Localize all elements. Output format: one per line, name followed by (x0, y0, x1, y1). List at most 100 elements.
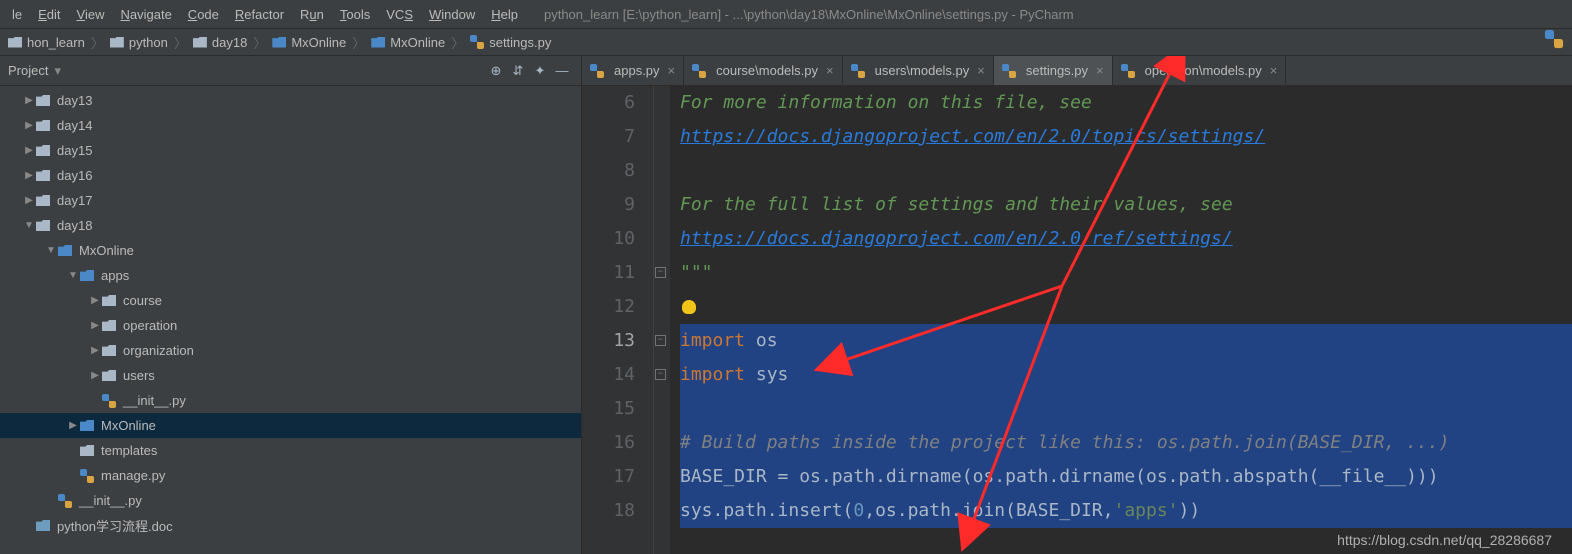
expand-right-icon[interactable]: ▶ (88, 370, 102, 381)
tree-item[interactable]: ▼ apps (0, 263, 581, 288)
breadcrumb-item[interactable]: hon_learn (4, 35, 89, 50)
tree-item[interactable]: ▶organization (0, 338, 581, 363)
menu-file[interactable]: le (4, 3, 30, 26)
code-line[interactable]: For the full list of settings and their … (680, 188, 1572, 222)
folder-icon (36, 120, 50, 131)
expand-right-icon[interactable]: ▶ (22, 195, 36, 206)
breadcrumb-item[interactable]: MxOnline (367, 35, 449, 50)
code-line[interactable]: # Build paths inside the project like th… (680, 426, 1572, 460)
tree-item[interactable]: ▶day13 (0, 88, 581, 113)
tree-item-label: day18 (57, 218, 92, 233)
code-line[interactable]: https://docs.djangoproject.com/en/2.0/re… (680, 222, 1572, 256)
close-tab-icon[interactable]: × (1096, 63, 1104, 78)
folder-icon (80, 420, 94, 431)
tab-label: apps.py (614, 63, 660, 78)
fold-toggle-icon[interactable]: − (655, 335, 666, 346)
expand-down-icon[interactable]: ▼ (44, 245, 58, 256)
editor-tab[interactable]: apps.py × (582, 56, 684, 85)
menu-window[interactable]: Window (421, 3, 483, 26)
editor-tab[interactable]: course\models.py × (684, 56, 842, 85)
expand-right-icon[interactable]: ▶ (88, 320, 102, 331)
tree-item[interactable]: __init__.py (0, 388, 581, 413)
tree-item[interactable]: ▼ day18 (0, 213, 581, 238)
menu-help[interactable]: Help (483, 3, 526, 26)
tree-item-label: apps (101, 268, 129, 283)
collapse-icon[interactable]: ⇵ (507, 63, 529, 79)
tree-item[interactable]: ▶day15 (0, 138, 581, 163)
menu-view[interactable]: View (69, 3, 113, 26)
breadcrumb-item[interactable]: MxOnline (268, 35, 350, 50)
project-tree[interactable]: ▶day13▶day14▶day15▶day16▶day17 ▼ day18 ▼MxO… (0, 86, 581, 554)
expand-right-icon[interactable]: ▶ (22, 170, 36, 181)
menu-navigate[interactable]: Navigate (112, 3, 179, 26)
code-line[interactable]: import os (680, 324, 1572, 358)
code-editor[interactable]: 6789101112131415161718 −−− For more info… (582, 86, 1572, 554)
close-tab-icon[interactable]: × (977, 63, 985, 78)
editor-tab[interactable]: operation\models.py× (1113, 56, 1287, 85)
folder-icon (102, 370, 116, 381)
tree-item[interactable]: __init__.py (0, 488, 581, 513)
tree-item-label: __init__.py (79, 493, 142, 508)
dropdown-icon[interactable]: ▾ (54, 63, 61, 79)
locate-icon[interactable]: ⊕ (485, 63, 507, 79)
line-number: 12 (582, 290, 635, 324)
folder-icon (36, 95, 50, 106)
tree-item[interactable]: python学习流程.doc (0, 513, 581, 538)
expand-right-icon[interactable]: ▶ (22, 95, 36, 106)
code-content[interactable]: For more information on this file, seeht… (670, 86, 1572, 554)
tree-item[interactable]: ▶users (0, 363, 581, 388)
close-tab-icon[interactable]: × (1270, 63, 1278, 78)
editor-tab[interactable]: users\models.py× (843, 56, 994, 85)
tree-item[interactable]: ▶operation (0, 313, 581, 338)
close-tab-icon[interactable]: × (826, 63, 834, 78)
python-file-icon (692, 64, 706, 78)
code-line[interactable]: For more information on this file, see (680, 86, 1572, 120)
folder-icon (36, 145, 50, 156)
tree-item[interactable]: templates (0, 438, 581, 463)
code-line[interactable] (680, 392, 1572, 426)
code-line[interactable]: BASE_DIR = os.path.dirname(os.path.dirna… (680, 460, 1572, 494)
expand-right-icon[interactable]: ▶ (88, 345, 102, 356)
menu-code[interactable]: Code (180, 3, 227, 26)
editor-tabs: apps.py×course\models.py×users\models.py… (582, 56, 1572, 86)
settings-icon[interactable]: ✦ (529, 63, 551, 79)
expand-down-icon[interactable]: ▼ (22, 220, 36, 231)
lightbulb-icon[interactable] (682, 300, 696, 314)
expand-right-icon[interactable]: ▶ (66, 420, 80, 431)
code-line[interactable]: https://docs.djangoproject.com/en/2.0/to… (680, 120, 1572, 154)
fold-toggle-icon[interactable]: − (655, 267, 666, 278)
doc-file-icon (36, 520, 50, 531)
tree-item[interactable]: ▶course (0, 288, 581, 313)
tree-item-label: python学习流程.doc (57, 516, 173, 535)
menu-run[interactable]: Run (292, 3, 332, 26)
menu-tools[interactable]: Tools (332, 3, 378, 26)
code-line[interactable]: """ (680, 256, 1572, 290)
code-line[interactable]: import sys (680, 358, 1572, 392)
project-tool-window: Project ▾ ⊕ ⇵ ✦ — ▶day13▶day14▶day15▶day… (0, 56, 582, 554)
fold-toggle-icon[interactable]: − (655, 369, 666, 380)
tree-item[interactable]: ▶day16 (0, 163, 581, 188)
expand-down-icon[interactable]: ▼ (66, 270, 80, 281)
expand-right-icon[interactable]: ▶ (22, 145, 36, 156)
hide-icon[interactable]: — (551, 63, 573, 78)
menu-vcs[interactable]: VCS (378, 3, 421, 26)
close-tab-icon[interactable]: × (668, 63, 676, 78)
code-line[interactable] (680, 154, 1572, 188)
tree-item[interactable]: ▼MxOnline (0, 238, 581, 263)
tree-item[interactable]: ▶MxOnline (0, 413, 581, 438)
tree-item[interactable]: ▶day17 (0, 188, 581, 213)
breadcrumb-item[interactable]: settings.py (466, 35, 555, 50)
python-file-icon (1002, 64, 1016, 78)
tree-item[interactable]: manage.py (0, 463, 581, 488)
code-line[interactable] (680, 290, 1572, 324)
menu-edit[interactable]: Edit (30, 3, 68, 26)
tab-label: course\models.py (716, 63, 818, 78)
breadcrumb-item[interactable]: python (106, 35, 172, 50)
menu-refactor[interactable]: Refactor (227, 3, 292, 26)
expand-right-icon[interactable]: ▶ (22, 120, 36, 131)
editor-tab[interactable]: settings.py× (994, 56, 1113, 85)
expand-right-icon[interactable]: ▶ (88, 295, 102, 306)
tree-item[interactable]: ▶day14 (0, 113, 581, 138)
code-line[interactable]: sys.path.insert(0,os.path.join(BASE_DIR,… (680, 494, 1572, 528)
breadcrumb-item[interactable]: day18 (189, 35, 251, 50)
